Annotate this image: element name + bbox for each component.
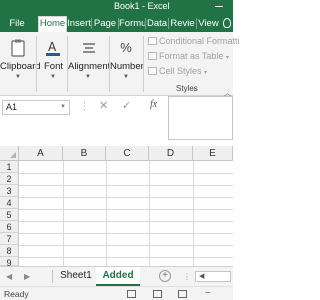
chevron-down-icon: ▾ [204,70,208,76]
row-header[interactable]: 8 [0,245,19,257]
svg-text:A: A [48,40,57,54]
tab-split-handle-icon[interactable]: ⋮ [183,272,191,281]
gridline [19,209,233,210]
tab-view[interactable]: View [197,17,220,32]
cell-styles-button[interactable]: Cell Styles ▾ [148,66,207,76]
cancel-icon[interactable]: ✕ [99,99,108,112]
formula-input[interactable] [168,96,233,140]
clipboard-icon [11,39,25,57]
gridline [19,185,233,186]
sheet-tab-bar: ◀ ▶ Sheet1 Added + ⋮ ◀ [0,266,233,286]
row-header[interactable]: 2 [0,173,19,185]
minimize-button[interactable] [215,6,223,7]
row-header[interactable]: 6 [0,221,19,233]
align-center-icon [83,43,95,53]
gridline [19,221,233,222]
scroll-left-arrow-icon[interactable]: ◀ [199,272,204,280]
gridline [19,173,233,174]
group-divider [36,36,37,92]
chevron-down-icon: ▾ [225,55,229,61]
tab-page-layout[interactable]: Page L [92,17,118,42]
row-header[interactable]: 9 [0,257,19,268]
gridline [63,161,64,266]
alignment-label: Alignment [68,61,111,72]
styles-group-label: Styles [176,84,198,93]
scroll-left-icon[interactable]: ◀ [6,272,12,281]
insert-function-icon[interactable]: fx [150,99,157,110]
format-as-table-button[interactable]: Format as Table ▾ [148,51,229,61]
alignment-button[interactable]: Alignment ▼ [68,36,111,92]
column-header[interactable]: B [63,146,106,161]
formula-bar-grip-icon: ⋮ [80,101,89,111]
window-title: Book1 - Excel [114,1,170,11]
name-box[interactable]: A1 ▼ [2,100,70,115]
gridline [19,245,233,246]
tab-file[interactable]: File [2,17,32,32]
tab-data[interactable]: Data [146,17,168,32]
conditional-formatting-icon [148,37,157,45]
chevron-down-icon: ▼ [50,74,56,80]
tab-divider [52,270,53,283]
zoom-out-icon[interactable]: − [205,288,211,299]
worksheet-grid[interactable]: A B C D E 1 2 3 4 5 6 7 8 9 [0,146,233,268]
add-sheet-icon[interactable]: + [159,270,171,282]
ribbon-home: Clipboard ▼ A Font ▼ Alignment ▼ % Numbe… [0,32,240,97]
select-all-triangle-icon [10,152,16,158]
conditional-formatting-label: Conditional Formatti [159,36,240,46]
gridline [106,161,107,266]
percent-icon: % [120,40,132,55]
column-header[interactable]: D [149,146,193,161]
formula-bar: A1 ▼ ⋮ ✕ ✓ fx [0,96,233,143]
gridline [149,161,150,266]
normal-view-icon[interactable] [127,290,136,298]
tab-insert[interactable]: Insert [67,17,91,32]
chevron-down-icon[interactable]: ▼ [60,101,66,114]
font-label: Font [44,61,64,72]
tab-home[interactable]: Home [38,16,67,32]
gridline [19,233,233,234]
row-header[interactable]: 3 [0,185,19,197]
conditional-formatting-button[interactable]: Conditional Formatti [148,36,240,46]
number-button[interactable]: % Number ▼ [110,36,144,92]
page-layout-view-icon[interactable] [153,290,162,298]
page-break-view-icon[interactable] [178,290,187,298]
chevron-down-icon: ▼ [85,74,91,80]
enter-icon[interactable]: ✓ [122,99,131,112]
tell-me-lightbulb-icon[interactable] [223,18,231,28]
tab-formulas[interactable]: Formu [119,17,146,32]
cell-styles-icon [148,67,157,75]
title-bar: Book1 - Excel [0,0,233,14]
font-button[interactable]: A Font ▼ [40,36,66,92]
column-header[interactable]: C [106,146,149,161]
table-icon [148,52,157,60]
column-header[interactable]: A [19,146,63,161]
name-box-value: A1 [6,102,18,112]
select-all-corner[interactable] [0,146,19,161]
horizontal-scrollbar[interactable]: ◀ [195,271,231,282]
status-bar: Ready − [0,286,233,300]
ribbon-tabs: File Home Insert Page L Formu Data Revie… [0,14,233,42]
gridline [19,197,233,198]
status-text: Ready [4,289,29,299]
gridline [193,161,194,266]
scroll-right-icon[interactable]: ▶ [24,272,30,281]
gridline [19,257,233,258]
cell-styles-label: Cell Styles [159,66,202,76]
chevron-down-icon: ▼ [123,74,129,80]
group-divider [143,36,144,92]
number-label: Number [110,61,144,72]
sheet-tab-sheet1[interactable]: Sheet1 [57,267,95,286]
row-header[interactable]: 5 [0,209,19,221]
row-header[interactable]: 7 [0,233,19,245]
clipboard-button[interactable]: Clipboard ▼ [0,36,41,92]
tab-review[interactable]: Revie [169,17,196,32]
clipboard-label: Clipboard [0,61,41,72]
font-icon: A [46,40,60,56]
row-header[interactable]: 1 [0,161,19,173]
chevron-down-icon: ▼ [15,74,21,80]
format-as-table-label: Format as Table [159,51,224,61]
sheet-tab-added[interactable]: Added [96,267,140,286]
row-header[interactable]: 4 [0,197,19,209]
column-header[interactable]: E [193,146,233,161]
